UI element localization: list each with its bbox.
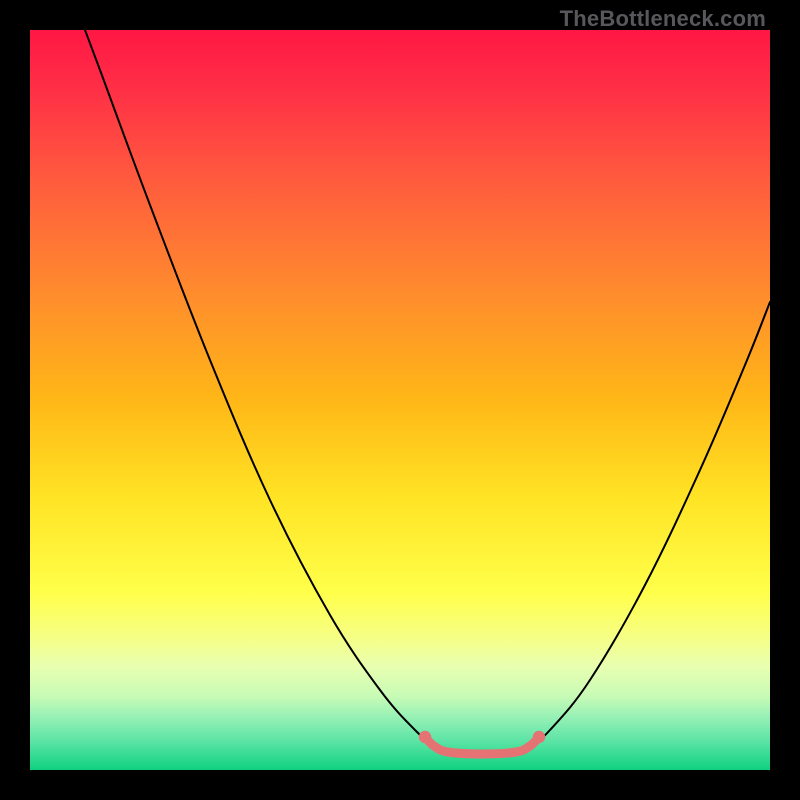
marker-dot (419, 731, 431, 743)
marker-dot (533, 731, 545, 743)
watermark-text: TheBottleneck.com (560, 6, 766, 32)
bottleneck-chart (30, 30, 770, 770)
chart-frame (30, 30, 770, 770)
chart-background (30, 30, 770, 770)
